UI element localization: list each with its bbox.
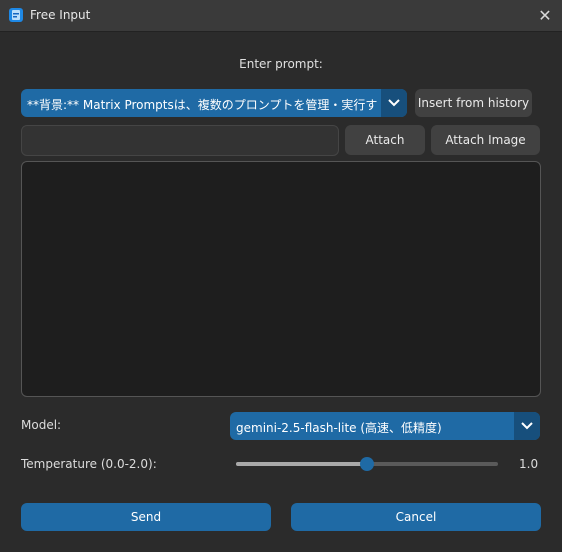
chevron-down-icon — [388, 99, 400, 107]
close-icon: ✕ — [538, 6, 552, 25]
attach-button[interactable]: Attach — [345, 125, 425, 155]
model-dropdown-button[interactable] — [514, 412, 540, 440]
model-label: Model: — [21, 418, 62, 432]
prompt-textarea[interactable] — [21, 161, 541, 397]
title-bar: Free Input ✕ — [0, 0, 562, 32]
temperature-slider-fill — [236, 462, 367, 466]
close-button[interactable]: ✕ — [528, 0, 562, 31]
enter-prompt-label: Enter prompt: — [239, 57, 323, 71]
app-icon — [9, 8, 23, 22]
model-selected-text: gemini-2.5-flash-lite (高速、低精度) — [236, 421, 442, 435]
insert-from-history-button[interactable]: Insert from history — [415, 89, 532, 117]
attach-path-input[interactable] — [21, 125, 339, 156]
attach-image-button[interactable]: Attach Image — [431, 125, 540, 155]
history-dropdown-button[interactable] — [381, 89, 407, 117]
temperature-slider[interactable] — [236, 457, 498, 471]
history-combobox[interactable]: **背景:** Matrix Promptsは、複数のプロンプトを管理・実行する — [21, 89, 407, 117]
chevron-down-icon — [521, 422, 533, 430]
temperature-label: Temperature (0.0-2.0): — [21, 457, 157, 471]
send-button[interactable]: Send — [21, 503, 271, 531]
cancel-button[interactable]: Cancel — [291, 503, 541, 531]
model-combobox[interactable]: gemini-2.5-flash-lite (高速、低精度) — [230, 412, 540, 440]
temperature-value: 1.0 — [519, 457, 539, 471]
temperature-slider-handle[interactable] — [360, 457, 374, 471]
window-title: Free Input — [30, 8, 91, 22]
history-selected-text: **背景:** Matrix Promptsは、複数のプロンプトを管理・実行する — [27, 98, 377, 112]
